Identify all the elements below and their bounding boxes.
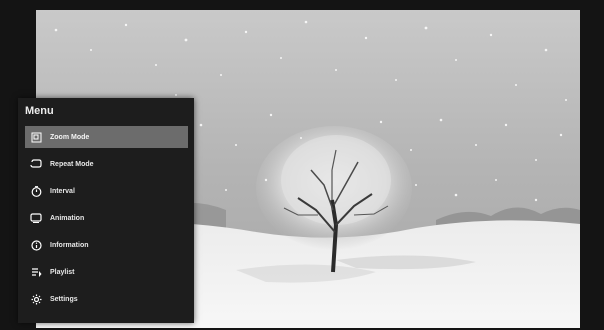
- menu-title: Menu: [25, 105, 54, 117]
- options-menu: Menu Zoom Mode Repeat Mode Interval Anim…: [18, 98, 194, 323]
- playlist-icon: [30, 266, 42, 278]
- menu-item-interval[interactable]: Interval: [25, 180, 188, 202]
- menu-item-label: Interval: [50, 187, 75, 195]
- interval-timer-icon: [30, 185, 42, 197]
- repeat-mode-icon: [30, 158, 42, 170]
- menu-item-label: Playlist: [50, 268, 75, 276]
- menu-item-repeat-mode[interactable]: Repeat Mode: [25, 153, 188, 175]
- menu-item-settings[interactable]: Settings: [25, 288, 188, 310]
- information-icon: [30, 239, 42, 251]
- menu-item-label: Settings: [50, 295, 78, 303]
- menu-item-animation[interactable]: Animation: [25, 207, 188, 229]
- zoom-mode-icon: [30, 131, 42, 143]
- menu-item-label: Information: [50, 241, 89, 249]
- menu-item-information[interactable]: Information: [25, 234, 188, 256]
- tv-screen: Menu Zoom Mode Repeat Mode Interval Anim…: [0, 0, 604, 330]
- menu-item-label: Animation: [50, 214, 85, 222]
- settings-gear-icon: [30, 293, 42, 305]
- menu-item-zoom-mode[interactable]: Zoom Mode: [25, 126, 188, 148]
- animation-icon: [30, 212, 42, 224]
- menu-item-label: Repeat Mode: [50, 160, 94, 168]
- menu-item-label: Zoom Mode: [50, 133, 90, 141]
- menu-item-playlist[interactable]: Playlist: [25, 261, 188, 283]
